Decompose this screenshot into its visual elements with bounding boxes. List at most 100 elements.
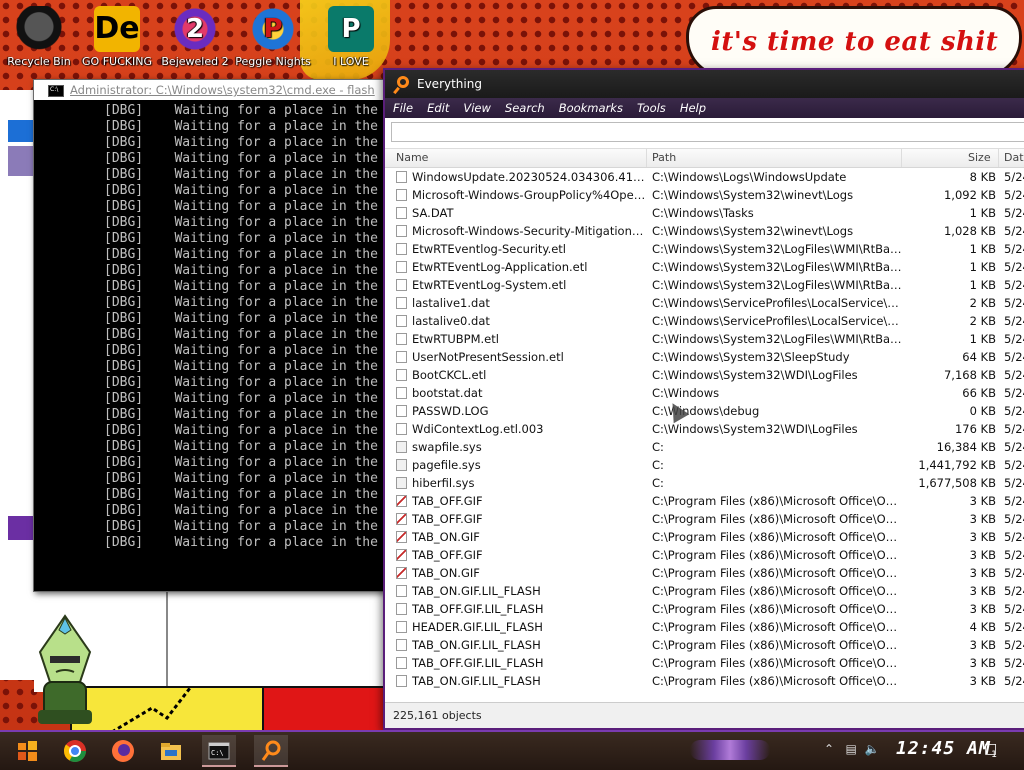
menu-edit[interactable]: Edit [427,98,449,118]
result-row[interactable]: lastalive1.dat C:\Windows\ServiceProfiles… [385,294,1024,312]
taskbar-clock[interactable]: 12:45 AM [896,738,991,759]
cmd-line-text: Waiting for a place in the [174,135,378,150]
file-path: C: [652,440,664,454]
result-row[interactable]: EtwRTUBPM.etl C:\Windows\System32\LogFile… [385,330,1024,348]
result-row[interactable]: EtwRTEventlog-Security.etl C:\Windows\Sys… [385,240,1024,258]
cmd-window[interactable]: Administrator: C:\Windows\system32\cmd.e… [33,79,385,592]
result-row[interactable]: TAB_ON.GIF C:\Program Files (x86)\Microso… [385,564,1024,582]
result-row[interactable]: bootstat.dat C:\Windows 66 KB 5/24 [385,384,1024,402]
result-row[interactable]: EtwRTEventLog-Application.etl C:\Windows\… [385,258,1024,276]
result-row[interactable]: WdiContextLog.etl.003 C:\Windows\System32… [385,420,1024,438]
volume-icon[interactable]: 🔈 [865,742,880,756]
result-row[interactable]: TAB_OFF.GIF.LIL_FLASH C:\Program Files (x… [385,654,1024,672]
system-tray[interactable]: ⌃ ▤ 🔈 [824,742,879,756]
cmd-output-line: [DBG] Waiting for a place in the [104,471,384,487]
result-row[interactable]: TAB_OFF.GIF C:\Program Files (x86)\Micros… [385,492,1024,510]
result-row[interactable]: HEADER.GIF.LIL_FLASH C:\Program Files (x8… [385,618,1024,636]
result-row[interactable]: Microsoft-Windows-Security-Mitigations%4… [385,222,1024,240]
column-header-name[interactable]: Name [396,149,428,167]
file-icon [396,405,407,417]
file-icon [396,207,407,219]
column-header-date[interactable]: Date [1004,149,1024,167]
file-date: 5/24 [1004,350,1024,364]
file-size: 64 KB [962,350,996,364]
taskbar-cmd[interactable]: C:\ [202,735,236,767]
menu-file[interactable]: File [393,98,413,118]
file-name: lastalive0.dat [412,314,490,328]
cmd-line-tag: [DBG] [104,247,144,262]
taskbar-everything[interactable] [254,735,288,767]
result-row[interactable]: UserNotPresentSession.etl C:\Windows\Syst… [385,348,1024,366]
file-date: 5/24 [1004,602,1024,616]
result-row[interactable]: hiberfil.sys C: 1,677,508 KB 5/24 [385,474,1024,492]
result-row[interactable]: TAB_OFF.GIF C:\Program Files (x86)\Micros… [385,546,1024,564]
desktop-icon-go-fucking[interactable]: De GO FUCKING [79,4,155,68]
everything-window[interactable]: Everything File Edit View Search Bookmar… [383,68,1024,730]
result-row[interactable]: TAB_ON.GIF C:\Program Files (x86)\Microso… [385,528,1024,546]
file-date: 5/24 [1004,512,1024,526]
file-name: TAB_OFF.GIF [412,512,483,526]
peridot-character-icon [38,614,92,724]
desktop-icon-bejeweled[interactable]: 2 Bejeweled 2 [157,4,233,68]
cmd-output[interactable]: [DBG] Waiting for a place in the [DBG] Wa… [34,100,384,587]
file-name: Microsoft-Windows-GroupPolicy%4Operation… [412,188,647,202]
result-row[interactable]: EtwRTEventLog-System.etl C:\Windows\Syste… [385,276,1024,294]
cmd-line-text: Waiting for a place in the [174,471,378,486]
column-header-path[interactable]: Path [652,149,676,167]
result-row[interactable]: TAB_ON.GIF.LIL_FLASH C:\Program Files (x8… [385,582,1024,600]
start-button[interactable] [10,735,44,767]
result-row[interactable]: lastalive0.dat C:\Windows\ServiceProfiles… [385,312,1024,330]
result-row[interactable]: PASSWD.LOG C:\Windows\debug 0 KB 5/24 [385,402,1024,420]
taskbar-file-explorer[interactable] [154,735,188,767]
file-date: 5/24 [1004,278,1024,292]
menu-view[interactable]: View [463,98,491,118]
desktop-icon-i-love[interactable]: P I LOVE [313,4,389,68]
result-row[interactable]: TAB_OFF.GIF.LIL_FLASH C:\Program Files (x… [385,600,1024,618]
file-path: C:\Program Files (x86)\Microsoft Office\… [652,566,904,580]
results-list[interactable]: WindowsUpdate.20230524.034306.417.1.etl C… [385,168,1024,702]
result-row[interactable]: TAB_ON.GIF.LIL_FLASH C:\Program Files (x8… [385,636,1024,654]
cmd-line-tag: [DBG] [104,199,144,214]
result-row[interactable]: WindowsUpdate.20230524.034306.417.1.etl C… [385,168,1024,186]
show-hidden-icons-icon[interactable]: ⌃ [824,742,834,756]
menu-tools[interactable]: Tools [637,98,666,118]
result-row[interactable]: TAB_ON.GIF.LIL_FLASH C:\Program Files (x8… [385,672,1024,690]
column-divider[interactable] [646,149,647,167]
result-row[interactable]: pagefile.sys C: 1,441,792 KB 5/24 [385,456,1024,474]
cmd-title-bar[interactable]: Administrator: C:\Windows\system32\cmd.e… [34,80,384,100]
menu-bookmarks[interactable]: Bookmarks [559,98,623,118]
recycle-bin-icon [16,6,62,52]
column-header-size[interactable]: Size [968,149,991,167]
cmd-output-line: [DBG] Waiting for a place in the [104,167,384,183]
result-row[interactable]: Microsoft-Windows-GroupPolicy%4Operation… [385,186,1024,204]
cmd-line-tag: [DBG] [104,343,144,358]
search-input[interactable] [391,122,1024,142]
desktop-icon-recycle-bin[interactable]: Recycle Bin [1,4,77,68]
file-date: 5/24 [1004,242,1024,256]
file-icon [396,279,407,291]
column-divider[interactable] [998,149,999,167]
column-divider[interactable] [901,149,902,167]
desktop-icon-peggle[interactable]: P Peggle Nights [235,4,311,68]
menu-search[interactable]: Search [505,98,545,118]
file-path: C:\Program Files (x86)\Microsoft Office\… [652,638,904,652]
file-date: 5/24 [1004,656,1024,670]
cmd-output-line: [DBG] Waiting for a place in the [104,263,384,279]
result-row[interactable]: swapfile.sys C: 16,384 KB 5/24 [385,438,1024,456]
cmd-line-text: Waiting for a place in the [174,503,378,518]
file-size: 2 KB [969,314,996,328]
result-row[interactable]: SA.DAT C:\Windows\Tasks 1 KB 5/24 [385,204,1024,222]
network-icon[interactable]: ▤ [846,742,857,756]
file-icon [396,621,407,633]
cmd-line-text: Waiting for a place in the [174,487,378,502]
everything-title-bar[interactable]: Everything [385,70,1024,98]
menu-help[interactable]: Help [680,98,706,118]
notification-center[interactable]: □1 [984,741,1004,760]
result-row[interactable]: BootCKCL.etl C:\Windows\System32\WDI\LogF… [385,366,1024,384]
cmd-line-text: Waiting for a place in the [174,263,378,278]
taskbar-firefox[interactable] [106,735,140,767]
file-path: C:\Windows\Tasks [652,206,754,220]
file-date: 5/24 [1004,440,1024,454]
taskbar-chrome[interactable] [58,735,92,767]
result-row[interactable]: TAB_OFF.GIF C:\Program Files (x86)\Micros… [385,510,1024,528]
